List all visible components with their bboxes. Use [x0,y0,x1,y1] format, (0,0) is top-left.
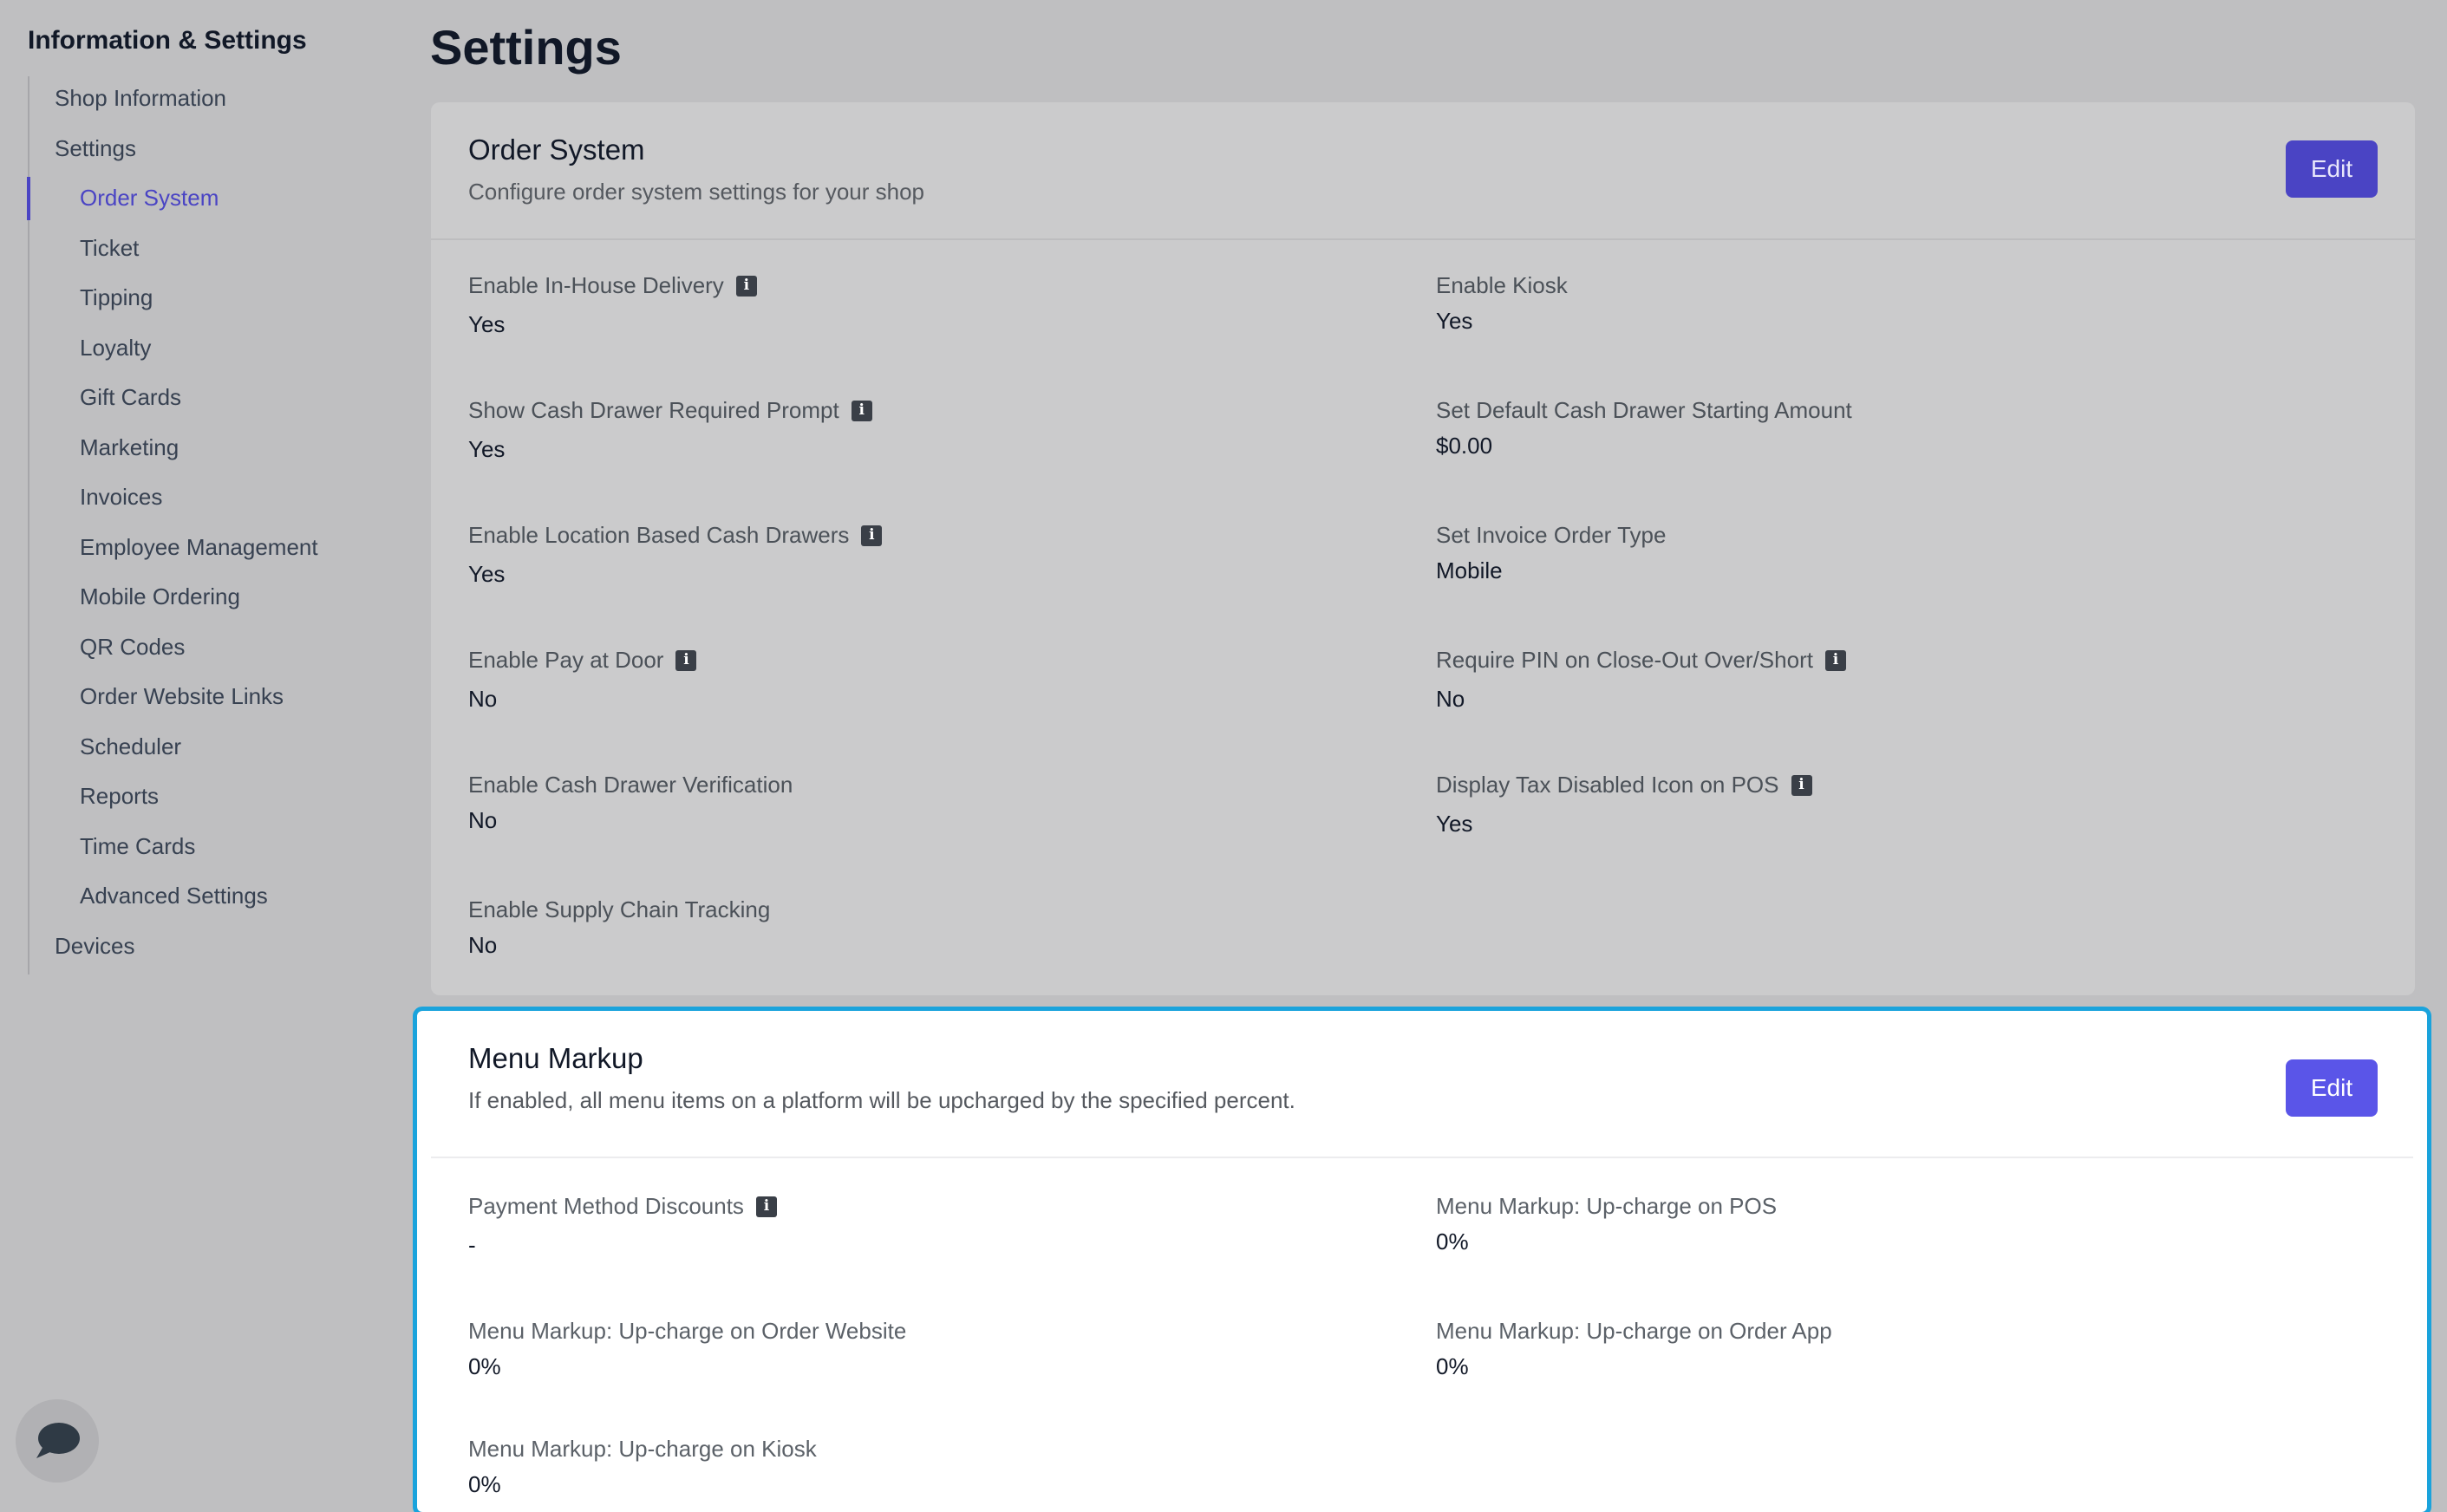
field-label: Show Cash Drawer Required Prompt [468,397,839,423]
field-label: Set Invoice Order Type [1436,522,1667,548]
field-value: 0% [468,1471,501,1497]
sidebar-item-devices[interactable]: Devices [55,933,134,960]
sidebar-item-employee-management[interactable]: Employee Management [80,534,318,561]
field-location-cash-drawers: Enable Location Based Cash Drawers Yes [468,522,883,588]
order-system-edit-button[interactable]: Edit [2286,140,2378,198]
sidebar-item-invoices[interactable]: Invoices [80,484,162,511]
divider [431,238,2415,240]
field-value: No [468,932,498,958]
field-value: 0% [468,1353,501,1379]
active-indicator [27,177,30,220]
sidebar-item-mobile-ordering[interactable]: Mobile Ordering [80,583,240,610]
field-value: Yes [468,311,506,337]
sidebar-item-ticket[interactable]: Ticket [80,235,139,262]
info-icon[interactable] [861,525,883,546]
info-icon[interactable] [755,1196,777,1217]
sidebar-item-scheduler[interactable]: Scheduler [80,733,181,760]
sidebar-item-tipping[interactable]: Tipping [80,284,153,311]
menu-markup-edit-button[interactable]: Edit [2286,1059,2378,1117]
sidebar: Information & Settings Shop Information … [0,0,408,1512]
info-icon[interactable] [851,400,872,421]
sidebar-item-loyalty[interactable]: Loyalty [80,335,151,362]
field-value: 0% [1436,1353,1469,1379]
field-value: Yes [468,436,506,462]
menu-markup-header: Menu Markup If enabled, all menu items o… [468,1011,2427,1148]
field-value: Mobile [1436,557,1503,583]
field-label: Require PIN on Close-Out Over/Short [1436,647,1813,673]
field-value: Yes [1436,811,1473,837]
field-label: Enable Kiosk [1436,272,1568,298]
info-icon[interactable] [675,649,697,671]
order-system-header: Order System Configure order system sett… [468,102,2415,239]
chat-button[interactable] [16,1399,99,1483]
menu-markup-subtitle: If enabled, all menu items on a platform… [468,1087,1295,1113]
field-value: No [468,807,498,833]
sidebar-item-order-website-links[interactable]: Order Website Links [80,683,284,710]
field-label: Enable Pay at Door [468,647,664,673]
field-label: Set Default Cash Drawer Starting Amount [1436,397,1852,423]
field-kiosk: Enable Kiosk Yes [1436,272,1568,335]
field-value: - [468,1232,476,1258]
field-value: No [468,686,498,712]
order-system-card: Order System Configure order system sett… [431,102,2415,995]
field-upcharge-order-website: Menu Markup: Up-charge on Order Website … [468,1318,906,1380]
chat-bubble-icon [36,1423,80,1458]
field-upcharge-kiosk: Menu Markup: Up-charge on Kiosk 0% [468,1436,817,1498]
info-icon[interactable] [1824,649,1846,671]
field-label: Enable Supply Chain Tracking [468,896,771,922]
sidebar-item-advanced-settings[interactable]: Advanced Settings [80,883,268,909]
sidebar-item-marketing[interactable]: Marketing [80,434,179,461]
field-label: Enable Location Based Cash Drawers [468,522,850,548]
menu-markup-card: Menu Markup If enabled, all menu items o… [413,1007,2431,1512]
sidebar-item-reports[interactable]: Reports [80,783,159,810]
field-value: 0% [1436,1228,1469,1255]
sidebar-item-qr-codes[interactable]: QR Codes [80,634,185,661]
page-title: Settings [430,20,622,75]
field-value: $0.00 [1436,433,1493,459]
info-icon[interactable] [735,275,757,297]
field-payment-method-discounts: Payment Method Discounts - [468,1193,777,1259]
field-pay-at-door: Enable Pay at Door No [468,647,697,713]
sidebar-item-order-system[interactable]: Order System [80,185,219,212]
sidebar-item-time-cards[interactable]: Time Cards [80,833,195,860]
field-label: Display Tax Disabled Icon on POS [1436,772,1779,798]
field-tax-disabled-icon: Display Tax Disabled Icon on POS Yes [1436,772,1812,837]
field-supply-chain-tracking: Enable Supply Chain Tracking No [468,896,770,959]
field-invoice-order-type: Set Invoice Order Type Mobile [1436,522,1666,584]
sidebar-item-settings[interactable]: Settings [55,135,136,162]
field-label: Menu Markup: Up-charge on Order App [1436,1318,1832,1344]
order-system-subtitle: Configure order system settings for your… [468,179,925,205]
field-upcharge-pos: Menu Markup: Up-charge on POS 0% [1436,1193,1777,1255]
field-cash-drawer-starting-amount: Set Default Cash Drawer Starting Amount … [1436,397,1852,459]
divider [431,1157,2413,1158]
field-label: Payment Method Discounts [468,1193,744,1219]
field-in-house-delivery: Enable In-House Delivery Yes [468,272,757,338]
field-label: Menu Markup: Up-charge on POS [1436,1193,1778,1219]
info-icon[interactable] [1791,774,1812,796]
sidebar-item-gift-cards[interactable]: Gift Cards [80,384,181,411]
field-label: Menu Markup: Up-charge on Order Website [468,1318,907,1344]
order-system-title: Order System [468,134,645,166]
field-value: Yes [468,561,506,587]
field-label: Enable Cash Drawer Verification [468,772,793,798]
sidebar-item-shop-information[interactable]: Shop Information [55,85,226,112]
field-value: Yes [1436,308,1473,334]
menu-markup-title: Menu Markup [468,1042,643,1074]
field-upcharge-order-app: Menu Markup: Up-charge on Order App 0% [1436,1318,1832,1380]
field-value: No [1436,686,1465,712]
field-label: Menu Markup: Up-charge on Kiosk [468,1436,817,1462]
field-label: Enable In-House Delivery [468,272,724,298]
sidebar-title: Information & Settings [28,26,307,55]
field-cash-drawer-prompt: Show Cash Drawer Required Prompt Yes [468,397,872,463]
field-require-pin: Require PIN on Close-Out Over/Short No [1436,647,1846,713]
field-cash-drawer-verification: Enable Cash Drawer Verification No [468,772,793,834]
